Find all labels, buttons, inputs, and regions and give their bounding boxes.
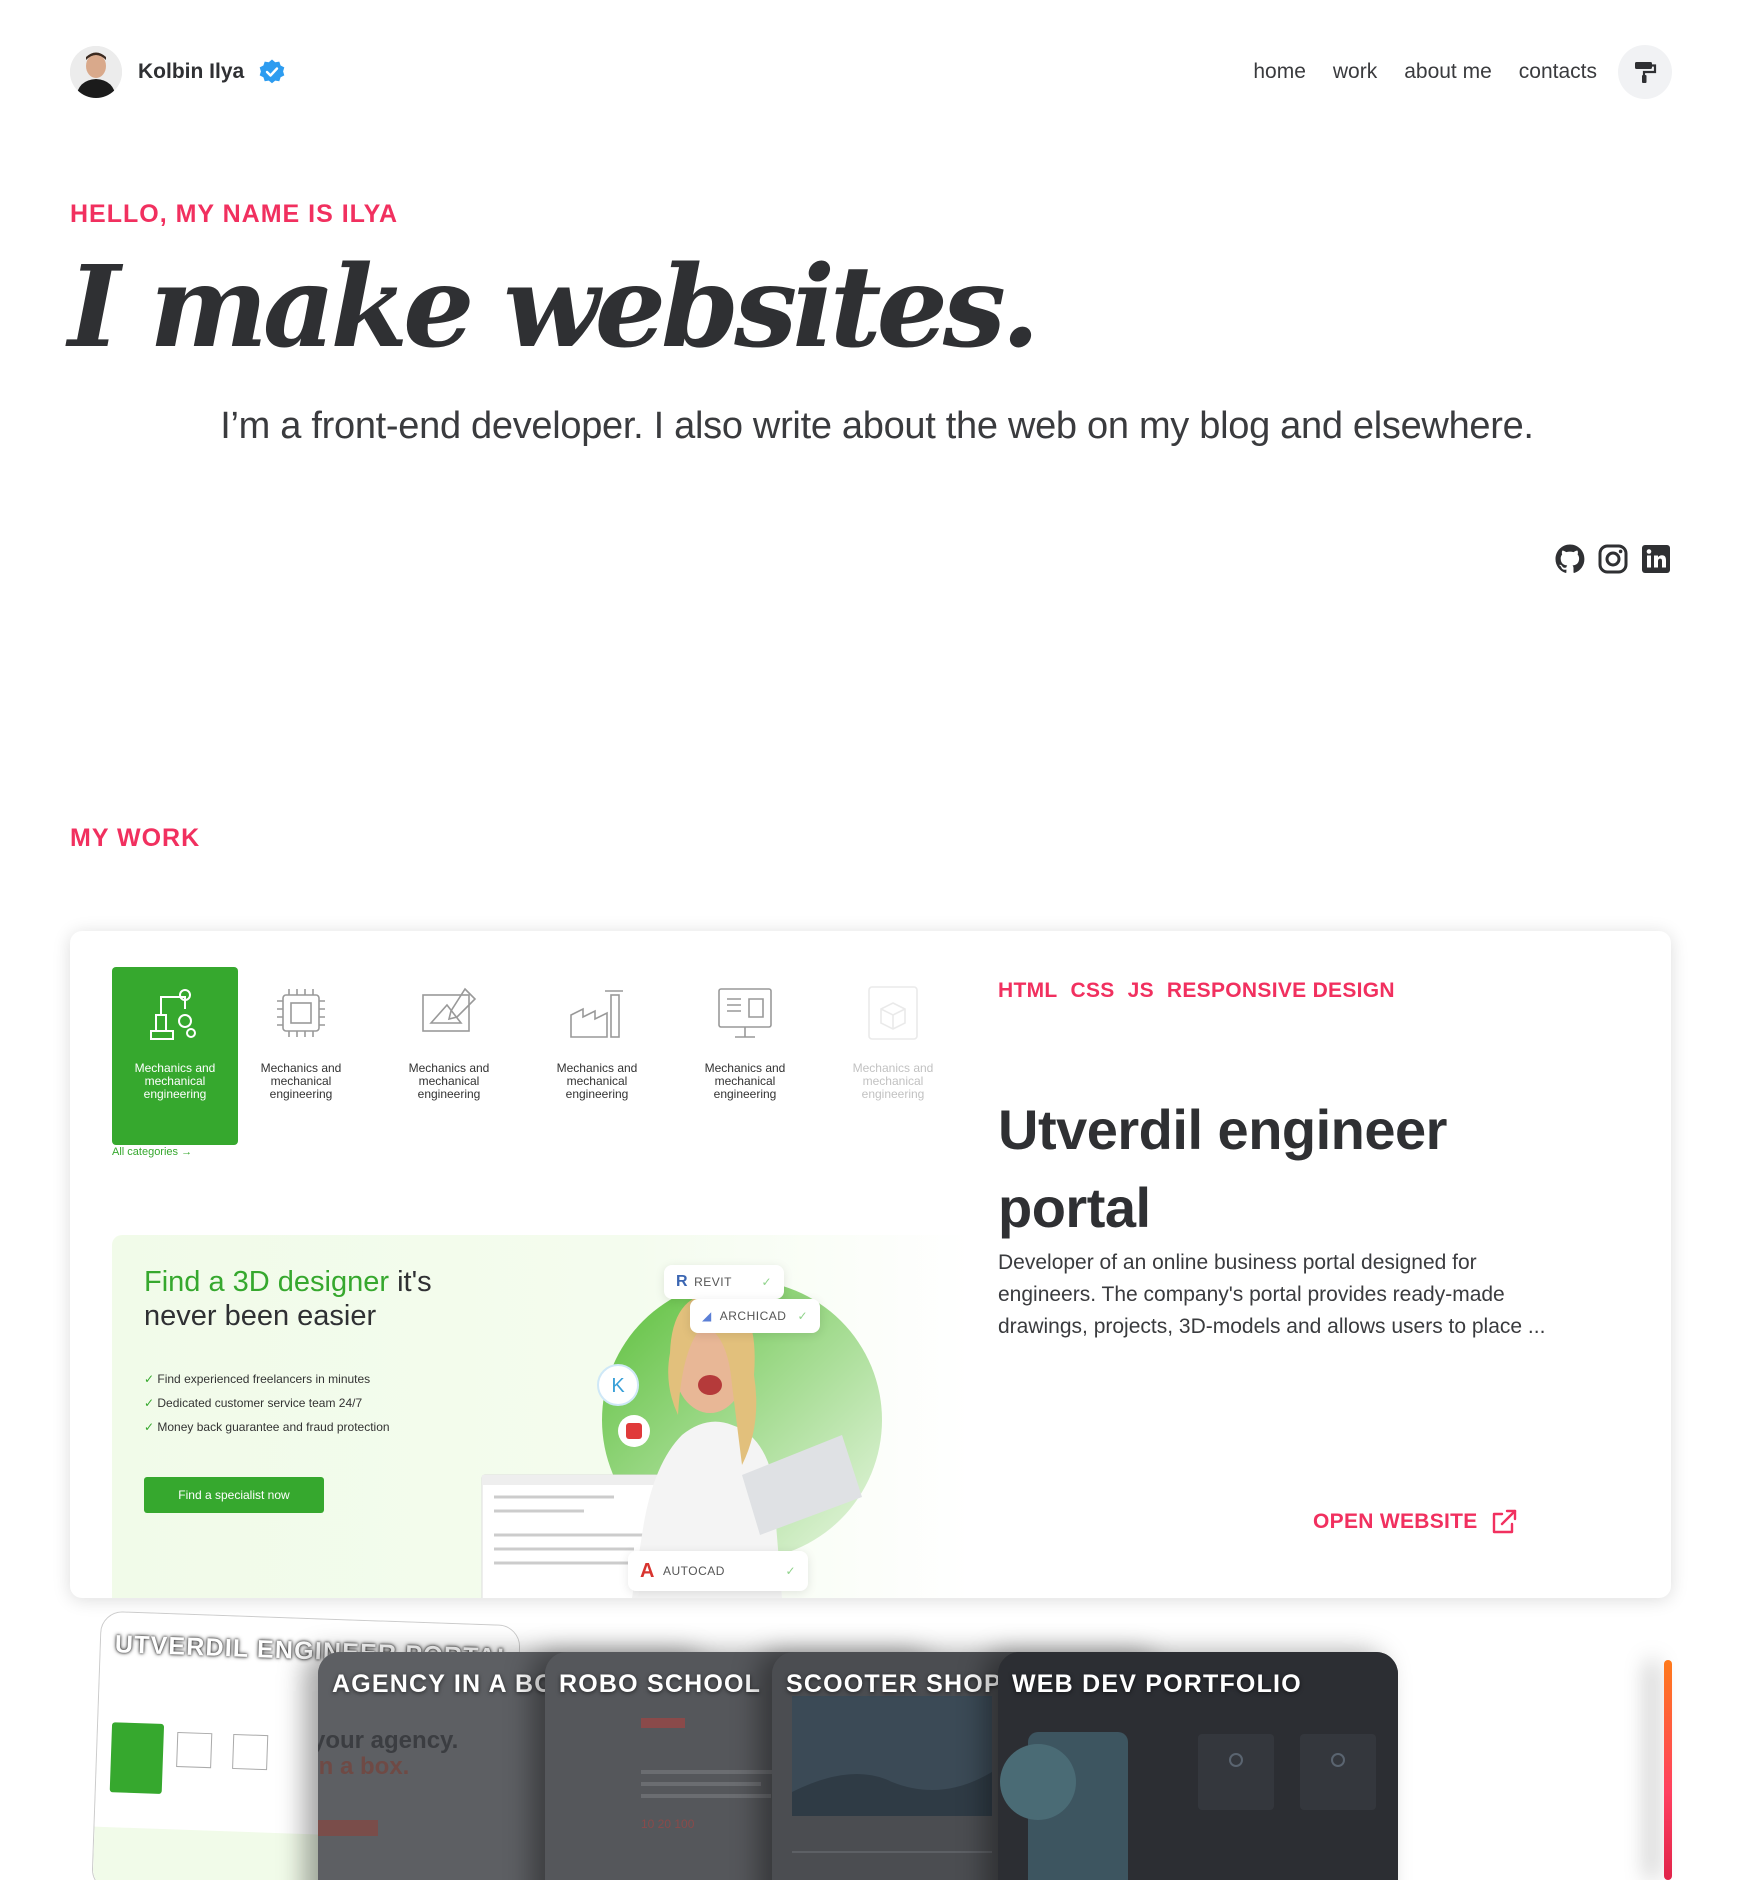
category-tile: Mechanics and mechanical engineering — [386, 967, 512, 1145]
svg-text:K: K — [611, 1375, 625, 1397]
verified-badge-icon — [259, 59, 285, 84]
all-categories-link[interactable]: All categories → — [112, 1146, 192, 1158]
software-badge-archicad: ◢ ARCHICAD ✓ — [690, 1299, 820, 1333]
section-title-my-work: MY WORK — [70, 824, 201, 852]
nav-contacts[interactable]: contacts — [1519, 60, 1597, 84]
external-link-icon — [1492, 1509, 1516, 1534]
projects-carousel: UTVERDIL ENGINEER PORTAL your agency. in… — [0, 1600, 1754, 1880]
software-badge-autocad: A AUTOCAD ✓ — [628, 1551, 808, 1591]
promo-point: Money back guarantee and fraud protectio… — [144, 1415, 389, 1439]
category-label: Mechanics and mechanical engineering — [408, 1061, 490, 1101]
featured-project-card: Mechanics and mechanical engineering Mec… — [70, 931, 1671, 1598]
promo-list: Find experienced freelancers in minutes … — [144, 1367, 390, 1439]
carousel-label: SCOOTER SHOP — [786, 1670, 1002, 1698]
svg-text:10 20 100: 10 20 100 — [641, 1817, 695, 1831]
social-links — [1543, 543, 1672, 575]
project-preview-screenshot[interactable]: Mechanics and mechanical engineering Mec… — [70, 931, 970, 1598]
svg-text:in a box.: in a box. — [318, 1753, 409, 1780]
tag-responsive-design: RESPONSIVE DESIGN — [1166, 979, 1395, 1002]
carousel-label: AGENCY IN A BOX — [332, 1670, 573, 1698]
hero-title: I make websites. — [68, 242, 1040, 373]
robot-arm-icon — [150, 989, 196, 1040]
open-website-link[interactable]: OPEN WEBSITE — [1313, 1508, 1518, 1536]
category-tile: Mechanics and mechanical engineering — [534, 967, 660, 1145]
category-label: Mechanics and mechanical engineering — [134, 1061, 216, 1101]
factory-icon — [570, 990, 623, 1038]
paint-roller-icon — [1635, 62, 1657, 83]
tag-css: CSS — [1070, 979, 1115, 1002]
hero-kicker: HELLO, MY NAME IS ILYA — [70, 200, 399, 228]
find-specialist-button[interactable]: Find a specialist now — [144, 1477, 324, 1513]
promo-point: Find experienced freelancers in minutes — [144, 1367, 390, 1391]
tech-tags: HTML CSS JS RESPONSIVE DESIGN — [998, 979, 1408, 1003]
open-website-label: OPEN WEBSITE — [1313, 1510, 1478, 1533]
tag-html: HTML — [998, 979, 1058, 1002]
github-icon[interactable] — [1554, 543, 1586, 575]
linkedin-icon[interactable] — [1640, 543, 1672, 575]
svg-text:your agency.: your agency. — [318, 1727, 458, 1754]
chip-icon — [277, 989, 325, 1037]
nav-about-me[interactable]: about me — [1404, 60, 1492, 84]
category-tile: Mechanics and mechanical engineering — [830, 967, 956, 1145]
monitor-book-icon — [718, 988, 772, 1038]
hero-subtitle: I’m a front-end developer. I also write … — [220, 405, 1534, 447]
carousel-label: ROBO SCHOOL — [559, 1670, 762, 1698]
brand[interactable]: Kolbin Ilya — [70, 44, 286, 100]
promo-point: Dedicated customer service team 24/7 — [144, 1391, 390, 1415]
category-tile: Mechanics and mechanical engineering — [238, 967, 364, 1145]
category-label: Mechanics and mechanical engineering — [852, 1061, 934, 1101]
software-badge-revit: R REVIT ✓ — [664, 1265, 784, 1299]
avatar — [70, 46, 122, 98]
nav-home[interactable]: home — [1253, 60, 1306, 84]
promo-title: Find a 3D designer it's never been easie… — [144, 1266, 432, 1332]
theme-toggle-button[interactable] — [1618, 45, 1672, 99]
category-label: Mechanics and mechanical engineering — [556, 1061, 638, 1101]
project-title: Utverdil engineer portal — [998, 1098, 1447, 1239]
category-label: Mechanics and mechanical engineering — [260, 1061, 342, 1101]
category-tile: Mechanics and mechanical engineering — [682, 967, 808, 1145]
main-nav: home work about me contacts — [1253, 44, 1672, 100]
blueprint-icon — [422, 987, 477, 1032]
category-label: Mechanics and mechanical engineering — [704, 1061, 786, 1101]
carousel-edge-card[interactable] — [1664, 1660, 1672, 1880]
carousel-card-web-dev-portfolio[interactable]: WEB DEV PORTFOLIO — [998, 1652, 1398, 1880]
category-tile: Mechanics and mechanical engineering — [112, 967, 238, 1145]
project-description: Developer of an online business portal d… — [998, 1251, 1546, 1338]
promo-banner: Find a 3D designer it's never been easie… — [112, 1235, 970, 1598]
tag-js: JS — [1127, 979, 1154, 1002]
cube-icon — [868, 986, 918, 1040]
nav-work[interactable]: work — [1333, 60, 1377, 84]
instagram-icon[interactable] — [1597, 543, 1629, 575]
carousel-label: WEB DEV PORTFOLIO — [1012, 1670, 1302, 1698]
brand-name: Kolbin Ilya — [138, 60, 245, 83]
